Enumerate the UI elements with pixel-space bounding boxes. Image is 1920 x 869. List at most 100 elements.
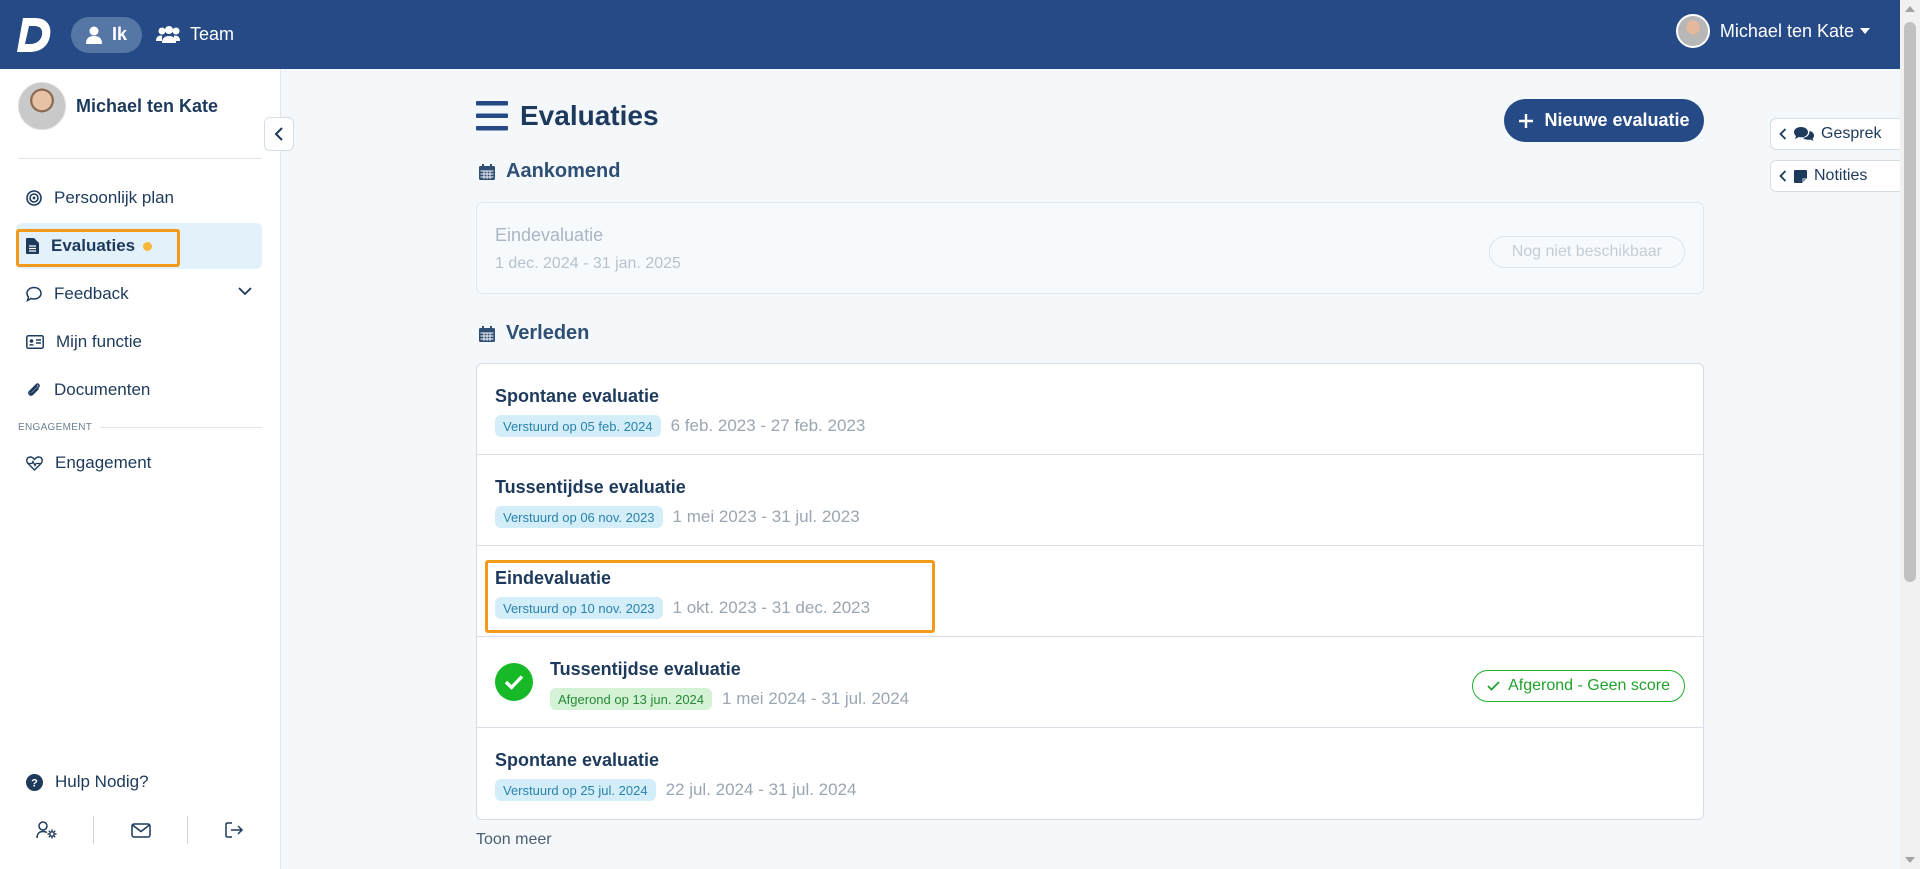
user-cog-icon (35, 821, 56, 839)
sidebar-menu: Persoonlijk plan Evaluaties Feedback Mij… (16, 175, 262, 415)
status-badge: Afgerond op 13 jun. 2024 (550, 688, 713, 710)
question-circle-icon: ? (26, 773, 43, 791)
nav-team[interactable]: Team (156, 17, 234, 53)
upcoming-evaluation-card: Eindevaluatie 1 dec. 2024 - 31 jan. 2025… (476, 202, 1704, 294)
chevron-left-icon (1779, 128, 1787, 140)
sidebar-item-feedback[interactable]: Feedback (16, 271, 262, 317)
evaluation-meta: Verstuurd op 10 nov. 2023 1 okt. 2023 - … (495, 597, 870, 619)
help-link[interactable]: ? Hulp Nodig? (26, 772, 149, 792)
section-past-label: Verleden (506, 322, 590, 344)
evaluation-meta: Verstuurd op 06 nov. 2023 1 mei 2023 - 3… (495, 506, 860, 528)
side-tab-notities[interactable]: Notities (1770, 160, 1900, 192)
logout-button[interactable] (188, 813, 281, 847)
user-icon (86, 26, 102, 44)
help-label: Hulp Nodig? (55, 772, 149, 791)
evaluation-title: Tussentijdse evaluatie (550, 659, 741, 679)
evaluation-meta: Verstuurd op 05 feb. 2024 6 feb. 2023 - … (495, 415, 865, 437)
sidebar-footer-actions (0, 813, 281, 847)
section-label-text: ENGAGEMENT (18, 422, 93, 433)
evaluation-range: 6 feb. 2023 - 27 feb. 2023 (670, 416, 866, 435)
evaluation-range: 22 jul. 2024 - 31 jul. 2024 (665, 780, 857, 799)
evaluation-row[interactable]: Eindevaluatie Verstuurd op 10 nov. 2023 … (477, 546, 1703, 637)
chat-icon (26, 286, 42, 302)
section-upcoming-title: Aankomend (478, 160, 620, 183)
check-circle-icon (495, 663, 533, 701)
user-menu[interactable]: Michael ten Kate (1675, 14, 1870, 48)
chevron-left-icon (1779, 170, 1787, 182)
menu-bars-icon[interactable] (476, 101, 508, 131)
section-past-title: Verleden (478, 322, 589, 345)
top-navigation-bar: Ik Team Michael ten Kate (0, 0, 1900, 69)
collapse-sidebar-button[interactable] (264, 117, 294, 151)
chevron-left-icon (274, 127, 283, 141)
scroll-down-icon[interactable] (1905, 857, 1915, 863)
calendar-icon (479, 163, 495, 180)
id-card-icon (26, 335, 44, 349)
sidebar-item-label: Persoonlijk plan (54, 188, 175, 207)
user-menu-name: Michael ten Kate (1719, 20, 1854, 41)
messages-button[interactable] (94, 813, 187, 847)
target-icon (26, 190, 42, 206)
upcoming-range: 1 dec. 2024 - 31 jan. 2025 (495, 255, 681, 272)
evaluation-row[interactable]: Spontane evaluatie Verstuurd op 25 jul. … (477, 728, 1703, 819)
page-header: Evaluaties (476, 100, 659, 132)
app-logo[interactable] (17, 16, 53, 54)
evaluation-range: 1 okt. 2023 - 31 dec. 2023 (672, 598, 871, 617)
side-tab-label: Gesprek (1821, 125, 1882, 142)
side-tab-gesprek[interactable]: Gesprek (1770, 118, 1900, 150)
evaluation-row[interactable]: Tussentijdse evaluatie Verstuurd op 06 n… (477, 455, 1703, 546)
highlight-outline (16, 229, 180, 267)
sidebar-item-engagement[interactable]: Engagement (16, 440, 262, 486)
envelope-icon (130, 822, 151, 838)
evaluation-row[interactable]: Spontane evaluatie Verstuurd op 05 feb. … (477, 364, 1703, 455)
sidebar-item-documenten[interactable]: Documenten (16, 367, 262, 413)
sidebar-profile[interactable]: Michael ten Kate (18, 82, 218, 130)
evaluation-meta: Verstuurd op 25 jul. 2024 22 jul. 2024 -… (495, 779, 856, 801)
sidebar: Michael ten Kate Persoonlijk plan Evalua… (0, 69, 294, 869)
chevron-down-icon[interactable] (238, 287, 252, 296)
logout-icon (225, 822, 244, 838)
account-settings-button[interactable] (0, 813, 93, 847)
profile-name: Michael ten Kate (76, 95, 219, 116)
evaluation-meta: Afgerond op 13 jun. 2024 1 mei 2024 - 31… (550, 688, 909, 710)
evaluation-row[interactable]: Tussentijdse evaluatie Afgerond op 13 ju… (477, 637, 1703, 728)
evaluation-range: 1 mei 2024 - 31 jul. 2024 (722, 689, 910, 708)
completed-status-label: Afgerond - Geen score (1508, 677, 1670, 694)
svg-text:?: ? (31, 777, 38, 789)
new-evaluation-button[interactable]: Nieuwe evaluatie (1504, 99, 1704, 142)
sidebar-item-label: Mijn functie (56, 332, 142, 351)
note-icon (1794, 169, 1807, 183)
past-evaluations-list: Spontane evaluatie Verstuurd op 05 feb. … (476, 363, 1704, 820)
sidebar-item-evaluaties[interactable]: Evaluaties (16, 223, 262, 269)
evaluation-title: Eindevaluatie (495, 568, 612, 588)
heart-pulse-icon (26, 455, 43, 471)
new-evaluation-label: Nieuwe evaluatie (1544, 110, 1690, 130)
sidebar-item-mijn-functie[interactable]: Mijn functie (16, 319, 262, 365)
status-badge: Verstuurd op 10 nov. 2023 (495, 597, 663, 619)
scroll-up-icon[interactable] (1905, 6, 1915, 12)
not-available-label: Nog niet beschikbaar (1511, 243, 1662, 260)
scrollbar-thumb[interactable] (1904, 22, 1916, 582)
side-tab-label: Notities (1814, 167, 1868, 184)
evaluation-range: 1 mei 2023 - 31 jul. 2023 (672, 507, 860, 526)
avatar (18, 82, 66, 130)
page-title: Evaluaties (520, 100, 659, 131)
not-available-button: Nog niet beschikbaar (1488, 236, 1685, 268)
section-label-engagement: ENGAGEMENT (18, 422, 262, 433)
upcoming-title: Eindevaluatie (495, 225, 604, 245)
sidebar-menu-engagement: Engagement (16, 440, 262, 488)
status-badge: Verstuurd op 05 feb. 2024 (495, 415, 661, 437)
sidebar-item-persoonlijk-plan[interactable]: Persoonlijk plan (16, 175, 262, 221)
caret-down-icon (1860, 28, 1870, 34)
sidebar-item-label: Feedback (54, 284, 129, 303)
sidebar-item-label: Documenten (54, 380, 151, 399)
page-scrollbar[interactable] (1900, 0, 1920, 869)
nav-me[interactable]: Ik (71, 16, 143, 53)
status-badge: Verstuurd op 06 nov. 2023 (495, 506, 663, 528)
comments-icon (1794, 127, 1814, 141)
users-icon (156, 25, 181, 43)
show-more-link[interactable]: Toon meer (476, 831, 552, 849)
paperclip-icon (28, 383, 40, 396)
evaluation-title: Tussentijdse evaluatie (495, 477, 686, 497)
evaluation-title: Spontane evaluatie (495, 750, 660, 770)
